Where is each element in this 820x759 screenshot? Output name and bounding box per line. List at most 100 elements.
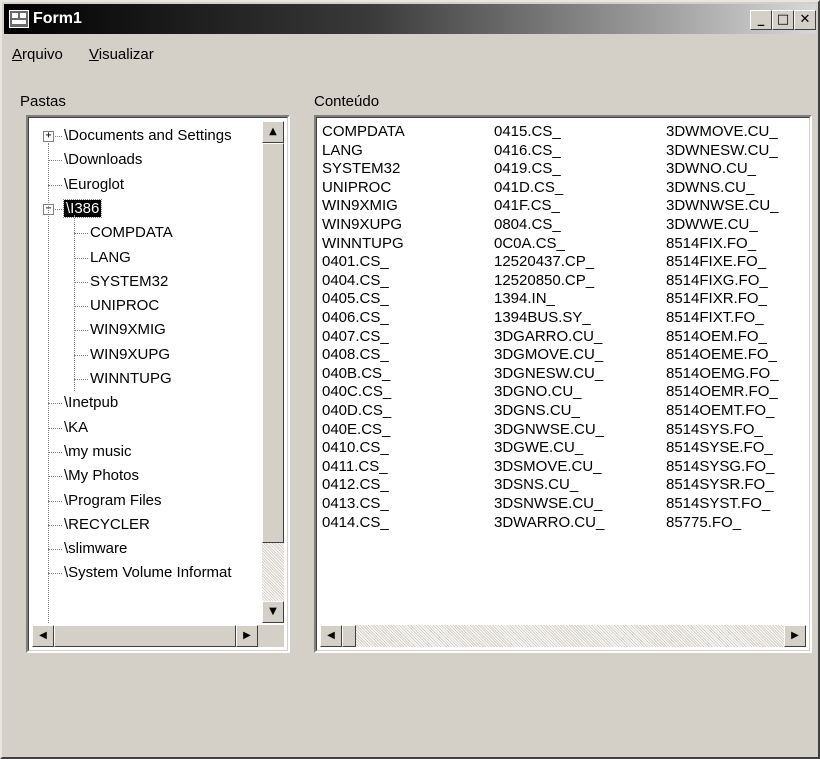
tree-item[interactable]: LANG	[90, 246, 131, 270]
expand-icon[interactable]: +	[43, 131, 54, 142]
list-item[interactable]: 8514FIX.FO_	[666, 235, 756, 253]
list-item[interactable]: 041D.CS_	[494, 179, 563, 197]
list-item[interactable]: 0410.CS_	[322, 439, 389, 457]
tree-item[interactable]: \Downloads	[64, 148, 142, 172]
list-item[interactable]: 0413.CS_	[322, 495, 389, 513]
list-hscroll-thumb[interactable]	[342, 625, 356, 647]
maximize-button[interactable]: □	[772, 10, 794, 30]
list-item[interactable]: WIN9XUPG	[322, 216, 402, 234]
tree-scroll-up-button[interactable]: ▲	[262, 121, 284, 143]
list-item[interactable]: 3DWWE.CU_	[666, 216, 758, 234]
list-item[interactable]: 8514FIXT.FO_	[666, 309, 764, 327]
list-item[interactable]: 0415.CS_	[494, 123, 561, 141]
tree-item[interactable]: \slimware	[64, 537, 127, 561]
tree-scroll-left-button[interactable]: ◀	[32, 625, 54, 647]
list-item[interactable]: 3DGARRO.CU_	[494, 328, 602, 346]
list-item[interactable]: 8514FIXG.FO_	[666, 272, 768, 290]
tree-item[interactable]: \my music	[64, 440, 132, 464]
tree-scroll-right-button[interactable]: ▶	[236, 625, 258, 647]
list-item[interactable]: 0411.CS_	[322, 458, 388, 476]
tree-item[interactable]: WIN9XUPG	[90, 343, 170, 367]
list-item[interactable]: 12520437.CP_	[494, 253, 594, 271]
list-item[interactable]: 8514OEME.FO_	[666, 346, 777, 364]
list-item[interactable]: WIN9XMIG	[322, 197, 398, 215]
close-button[interactable]: ✕	[794, 10, 816, 30]
list-item[interactable]: 1394.IN_	[494, 290, 555, 308]
list-item[interactable]: 040C.CS_	[322, 383, 391, 401]
list-item[interactable]: 3DWARRO.CU_	[494, 514, 604, 532]
tree-item[interactable]: COMPDATA	[90, 221, 173, 245]
list-item[interactable]: 3DWNESW.CU_	[666, 142, 778, 160]
tree-item[interactable]: \Euroglot	[64, 173, 124, 197]
list-item[interactable]: 8514SYST.FO_	[666, 495, 770, 513]
list-item[interactable]: 0419.CS_	[494, 160, 561, 178]
list-item[interactable]: 0416.CS_	[494, 142, 561, 160]
list-item[interactable]: SYSTEM32	[322, 160, 400, 178]
list-hscroll-track[interactable]	[320, 625, 806, 647]
tree-item[interactable]: \Program Files	[64, 489, 162, 513]
tree-item[interactable]: \KA	[64, 416, 88, 440]
list-item[interactable]: COMPDATA	[322, 123, 405, 141]
tree-item[interactable]: \RECYCLER	[64, 513, 150, 537]
tree-item[interactable]: \System Volume Informat	[64, 561, 232, 585]
tree-item[interactable]: WIN9XMIG	[90, 318, 166, 342]
list-item[interactable]: 8514OEMG.FO_	[666, 365, 779, 383]
list-item[interactable]: 0404.CS_	[322, 272, 389, 290]
list-item[interactable]: 3DGNESW.CU_	[494, 365, 603, 383]
list-item[interactable]: 0401.CS_	[322, 253, 389, 271]
list-item[interactable]: 3DGNS.CU_	[494, 402, 580, 420]
list-item[interactable]: 8514OEM.FO_	[666, 328, 767, 346]
folder-tree[interactable]: \Documents and Settings + \Downloads \Eurog…	[26, 115, 290, 653]
list-item[interactable]: LANG	[322, 142, 363, 160]
list-item[interactable]: UNIPROC	[322, 179, 391, 197]
tree-item[interactable]: UNIPROC	[90, 294, 159, 318]
list-item[interactable]: 0C0A.CS_	[494, 235, 565, 253]
list-item[interactable]: 3DWNO.CU_	[666, 160, 756, 178]
menu-arquivo[interactable]: Arquivo	[12, 46, 63, 63]
list-item[interactable]: 3DGWE.CU_	[494, 439, 583, 457]
list-item[interactable]: 85775.FO_	[666, 514, 741, 532]
list-item[interactable]: 8514SYS.FO_	[666, 421, 763, 439]
list-item[interactable]: 3DWMOVE.CU_	[666, 123, 778, 141]
list-item[interactable]: 0412.CS_	[322, 476, 389, 494]
list-item[interactable]: 0406.CS_	[322, 309, 389, 327]
list-item[interactable]: 3DSNS.CU_	[494, 476, 578, 494]
list-item[interactable]: 3DSNWSE.CU_	[494, 495, 602, 513]
tree-item[interactable]: \Inetpub	[64, 391, 118, 415]
list-item[interactable]: 0408.CS_	[322, 346, 389, 364]
list-item[interactable]: 3DGMOVE.CU_	[494, 346, 603, 364]
content-list[interactable]: COMPDATA LANG SYSTEM32 UNIPROC WIN9XMIG WIN9X…	[314, 115, 812, 653]
list-item[interactable]: 12520850.CP_	[494, 272, 594, 290]
list-item[interactable]: 3DSMOVE.CU_	[494, 458, 602, 476]
list-item[interactable]: 3DWNS.CU_	[666, 179, 754, 197]
list-item[interactable]: 040D.CS_	[322, 402, 391, 420]
list-item[interactable]: 0804.CS_	[494, 216, 561, 234]
list-item[interactable]: 0407.CS_	[322, 328, 389, 346]
list-item[interactable]: 8514FIXR.FO_	[666, 290, 767, 308]
list-scroll-right-button[interactable]: ▶	[784, 625, 806, 647]
list-item[interactable]: 1394BUS.SY_	[494, 309, 591, 327]
list-item[interactable]: 8514OEMT.FO_	[666, 402, 774, 420]
list-item[interactable]: WINNTUPG	[322, 235, 404, 253]
tree-vscroll-thumb[interactable]	[262, 143, 284, 543]
list-item[interactable]: 3DWNWSE.CU_	[666, 197, 779, 215]
tree-item[interactable]: \Documents and Settings	[64, 124, 232, 148]
tree-item[interactable]: SYSTEM32	[90, 270, 168, 294]
list-item[interactable]: 040B.CS_	[322, 365, 390, 383]
list-item[interactable]: 3DGNO.CU_	[494, 383, 582, 401]
menu-visualizar[interactable]: Visualizar	[89, 46, 154, 63]
list-item[interactable]: 0405.CS_	[322, 290, 389, 308]
tree-scroll-down-button[interactable]: ▼	[262, 601, 284, 623]
list-item[interactable]: 8514SYSE.FO_	[666, 439, 773, 457]
list-item[interactable]: 8514OEMR.FO_	[666, 383, 778, 401]
list-item[interactable]: 040E.CS_	[322, 421, 390, 439]
tree-item[interactable]: \I386	[62, 197, 103, 221]
tree-item[interactable]: WINNTUPG	[90, 367, 172, 391]
list-scroll-left-button[interactable]: ◀	[320, 625, 342, 647]
list-item[interactable]: 8514SYSG.FO_	[666, 458, 774, 476]
list-item[interactable]: 0414.CS_	[322, 514, 389, 532]
list-item[interactable]: 041F.CS_	[494, 197, 560, 215]
list-item[interactable]: 3DGNWSE.CU_	[494, 421, 604, 439]
app-icon[interactable]	[9, 10, 29, 28]
list-item[interactable]: 8514SYSR.FO_	[666, 476, 774, 494]
